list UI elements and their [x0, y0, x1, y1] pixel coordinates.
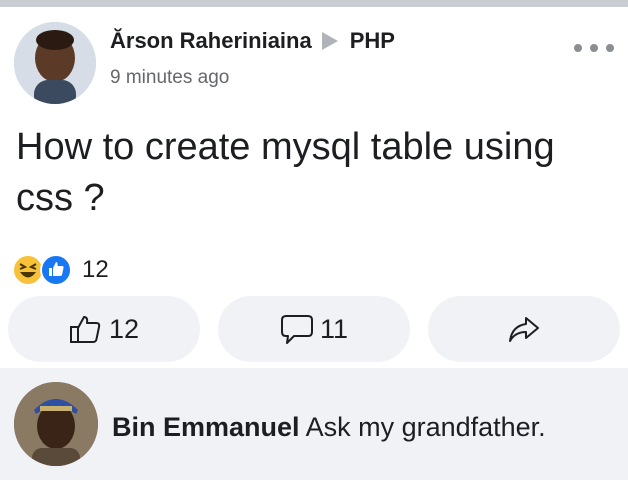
- post-text: How to create mysql table using css ?: [16, 126, 555, 219]
- like-count: 12: [108, 313, 140, 344]
- post-timestamp[interactable]: 9 minutes ago: [110, 67, 229, 89]
- like-button[interactable]: 12: [8, 296, 200, 362]
- like-thumb-icon: [40, 254, 72, 286]
- post-header: Ărson Raheriniaina PHP: [110, 28, 395, 54]
- share-arrow-icon: [509, 317, 539, 342]
- share-button[interactable]: [428, 296, 620, 362]
- reaction-summary[interactable]: 12: [12, 254, 109, 286]
- comment-body: Bin Emmanuel Ask my grandfather.: [112, 412, 546, 443]
- commenter-avatar[interactable]: [14, 382, 98, 466]
- group-name[interactable]: PHP: [350, 28, 395, 54]
- reaction-count: 12: [82, 256, 109, 283]
- comment-bubble-icon: [280, 315, 313, 344]
- reaction-icons: [12, 254, 78, 286]
- comment-button[interactable]: 11: [218, 296, 410, 362]
- top-divider: [0, 0, 628, 7]
- triangle-arrow-icon: [321, 32, 338, 50]
- author-avatar[interactable]: [14, 22, 96, 104]
- thumbs-up-icon: [69, 316, 101, 343]
- comments-section: Bin Emmanuel Ask my grandfather.: [0, 368, 628, 480]
- comment-count: 11: [319, 313, 349, 344]
- comment-author[interactable]: Bin Emmanuel: [112, 412, 300, 442]
- more-options-icon[interactable]: [574, 38, 614, 58]
- author-name[interactable]: Ărson Raheriniaina: [110, 28, 312, 54]
- comment-text: Ask my grandfather.: [305, 412, 546, 442]
